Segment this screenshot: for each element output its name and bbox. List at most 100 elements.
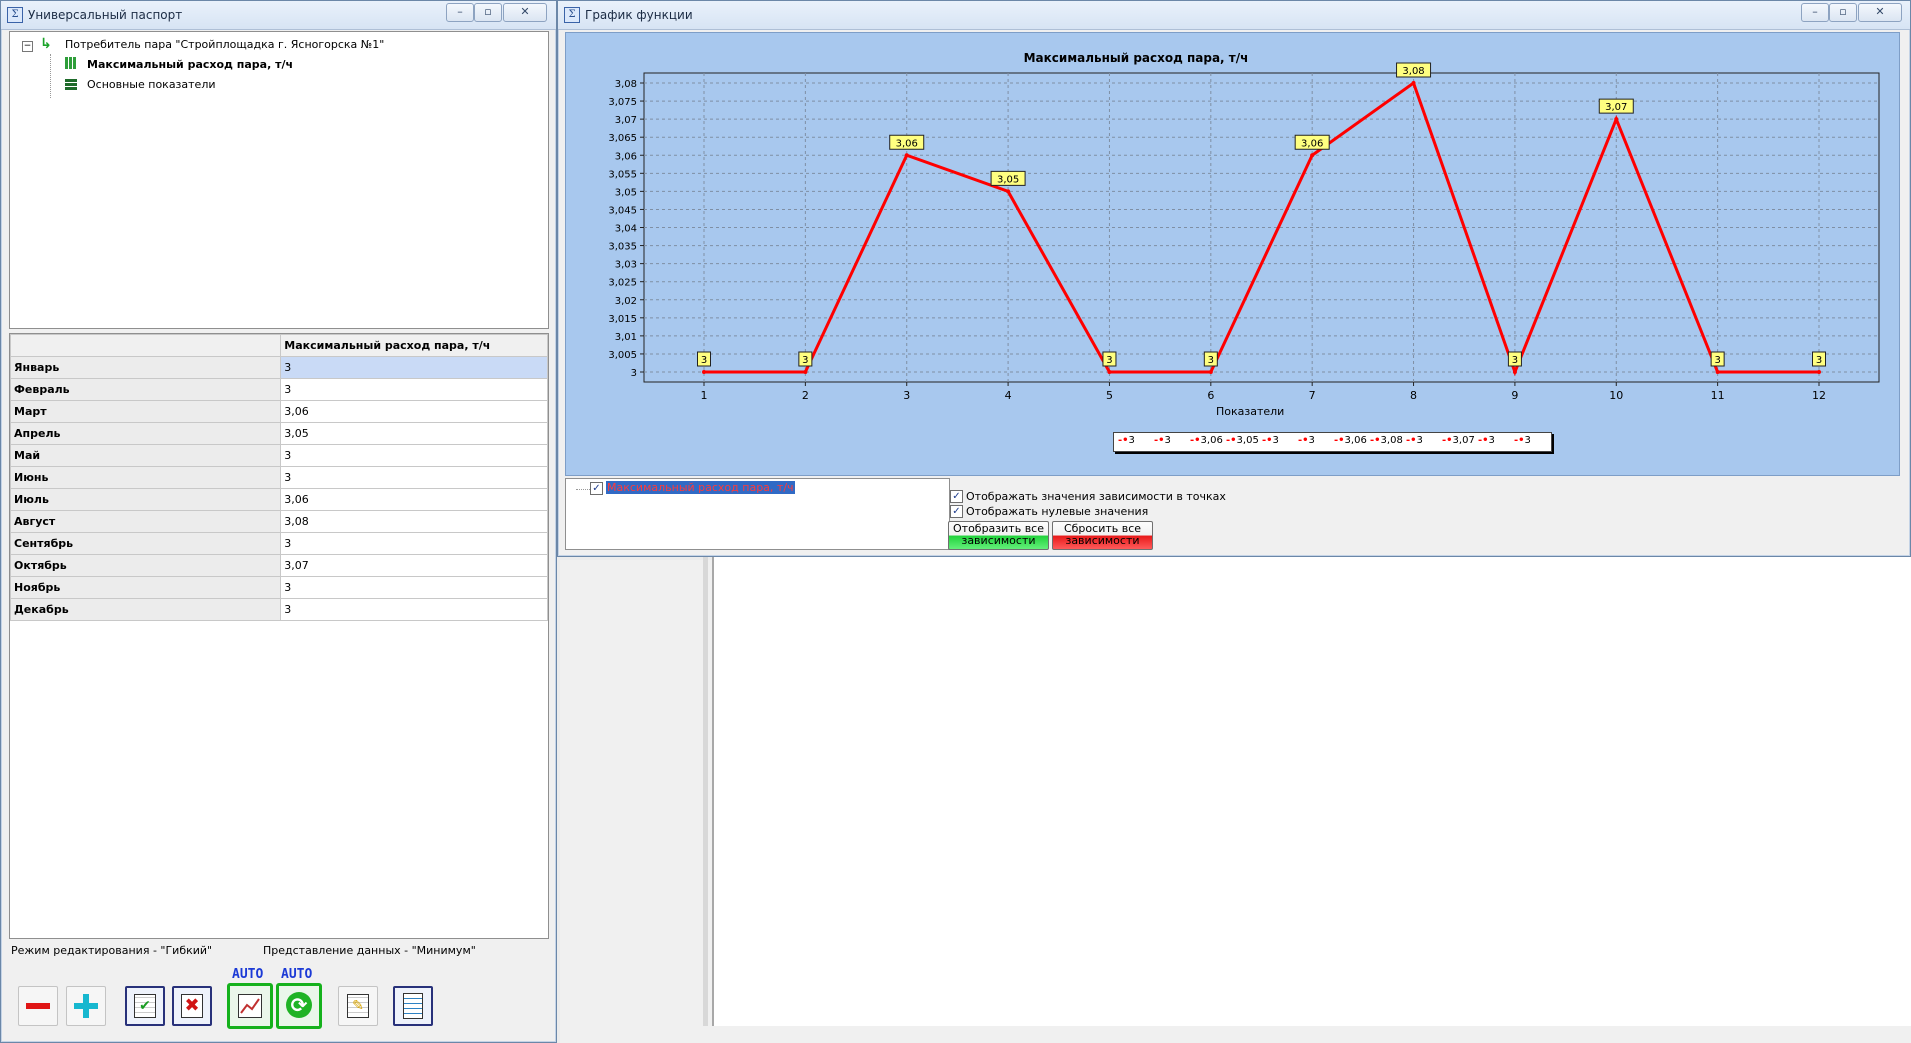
x-tick-label: 8 (1410, 389, 1417, 402)
row-header[interactable]: Май (9, 444, 282, 467)
auto-label-chart: AUTO (232, 967, 264, 982)
data-label: 3,08 (1402, 66, 1424, 77)
table-row[interactable]: Ноябрь 3 (9, 576, 548, 599)
cell-value[interactable]: 3 (280, 532, 548, 555)
show-all-button[interactable]: Отобразить все зависимости (948, 521, 1049, 550)
add-button[interactable] (66, 986, 106, 1026)
table-row[interactable]: Декабрь 3 (9, 598, 548, 621)
table-row[interactable]: Сентябрь 3 (9, 532, 548, 555)
y-tick-label: 3,015 (608, 314, 637, 325)
row-header[interactable]: Ноябрь (9, 576, 282, 599)
collapse-icon[interactable]: − (22, 41, 33, 52)
cell-value[interactable]: 3,08 (280, 510, 548, 533)
table-row[interactable]: Январь 3 (9, 356, 548, 379)
cell-value[interactable]: 3,06 (280, 400, 548, 423)
row-header[interactable]: Декабрь (9, 598, 282, 621)
cell-value[interactable]: 3 (280, 598, 548, 621)
row-header[interactable]: Октябрь (9, 554, 282, 577)
show-values-checkbox[interactable]: ✓ (950, 490, 963, 503)
row-header[interactable]: Июль (9, 488, 282, 511)
cell-value[interactable]: 3,05 (280, 422, 548, 445)
series-checkbox[interactable]: ✓ (590, 482, 603, 495)
legend-text: 3 (1128, 435, 1135, 446)
cell-value[interactable]: 3,07 (280, 554, 548, 577)
table-row[interactable]: Март 3,06 (9, 400, 548, 423)
row-header[interactable]: Июнь (9, 466, 282, 489)
passport-tree[interactable]: − ↳ Потребитель пара "Стройплощадка г. Я… (9, 31, 549, 329)
consumer-arrow-icon: ↳ (40, 36, 52, 52)
data-label: 3,05 (997, 174, 1019, 185)
table-row[interactable]: Август 3,08 (9, 510, 548, 533)
maximize-button[interactable]: ▫ (474, 3, 502, 22)
series-tree-label[interactable]: Максимальный расход пара, т/ч (606, 481, 795, 494)
check-all-button[interactable]: ✔ (125, 986, 165, 1026)
passport-titlebar[interactable]: Σ Универсальный паспорт – ▫ ✕ (1, 1, 556, 30)
maximize-button[interactable]: ▫ (1829, 3, 1857, 22)
cell-value[interactable]: 3 (280, 466, 548, 489)
data-point (702, 370, 706, 374)
cell-value[interactable]: 3 (280, 356, 548, 379)
auto-chart-button[interactable] (227, 983, 273, 1029)
minimize-button[interactable]: – (1801, 3, 1829, 22)
table-row[interactable]: Май 3 (9, 444, 548, 467)
auto-refresh-button[interactable]: ⟳ (276, 983, 322, 1029)
row-header[interactable]: Август (9, 510, 282, 533)
cell-value[interactable]: 3 (280, 378, 548, 401)
x-tick-label: 3 (903, 389, 910, 402)
table-icon (65, 78, 77, 90)
tree-connector (50, 54, 52, 98)
table-row[interactable]: Июль 3,06 (9, 488, 548, 511)
close-button[interactable]: ✕ (503, 3, 547, 22)
table-row[interactable]: Февраль 3 (9, 378, 548, 401)
x-tick-label: 1 (701, 389, 708, 402)
list-icon (403, 993, 423, 1019)
row-header[interactable]: Сентябрь (9, 532, 282, 555)
chart-titlebar[interactable]: Σ График функции – ▫ ✕ (558, 1, 1910, 30)
reset-all-button[interactable]: Сбросить все зависимости (1052, 521, 1153, 550)
y-tick-label: 3,055 (608, 169, 637, 180)
show-zero-label: Отображать нулевые значения (966, 505, 1149, 518)
legend-item: -•3,05 (1226, 435, 1259, 446)
y-tick-label: 3,04 (615, 224, 637, 235)
delete-grid-icon: ✖ (181, 994, 203, 1018)
data-label: 3 (802, 355, 808, 366)
row-header[interactable]: Апрель (9, 422, 282, 445)
tree-root-label[interactable]: Потребитель пара "Стройплощадка г. Ясног… (65, 38, 384, 51)
cell-value[interactable]: 3 (280, 444, 548, 467)
row-header[interactable]: Февраль (9, 378, 282, 401)
y-tick-label: 3,05 (615, 187, 637, 198)
legend-text: 3 (1488, 435, 1495, 446)
row-header[interactable]: Март (9, 400, 282, 423)
table-row[interactable]: Октябрь 3,07 (9, 554, 548, 577)
legend-text: 3 (1416, 435, 1423, 446)
show-all-label: Отобразить все зависимости (953, 522, 1044, 547)
x-tick-label: 9 (1511, 389, 1518, 402)
chart-legend: -•3 -•3 -•3,06 -•3,05 -•3 -•3 -•3,06 -•3,08 -•3-… (1113, 432, 1552, 452)
uncheck-all-button[interactable]: ✖ (172, 986, 212, 1026)
chart-window-title: График функции (585, 8, 693, 22)
table-row[interactable]: Апрель 3,05 (9, 422, 548, 445)
remove-button[interactable] (18, 986, 58, 1026)
tree-connector (576, 489, 590, 490)
show-zero-checkbox[interactable]: ✓ (950, 505, 963, 518)
tree-child-selected[interactable]: Максимальный расход пара, т/ч (87, 58, 293, 71)
list-button[interactable] (393, 986, 433, 1026)
edit-button[interactable]: ✎ (338, 986, 378, 1026)
row-header[interactable]: Январь (9, 356, 282, 379)
legend-text: 3,05 (1236, 435, 1259, 446)
minimize-button[interactable]: – (446, 3, 474, 22)
table-row[interactable]: Июнь 3 (9, 466, 548, 489)
cell-value[interactable]: 3 (280, 576, 548, 599)
background-divider (703, 556, 708, 1026)
legend-text: 3 (1164, 435, 1171, 446)
x-tick-label: 4 (1005, 389, 1012, 402)
data-label: 3 (1512, 355, 1518, 366)
legend-text: 3,08 (1380, 435, 1403, 446)
tree-child-label[interactable]: Основные показатели (87, 78, 216, 91)
x-tick-label: 11 (1711, 389, 1725, 402)
cell-value[interactable]: 3,06 (280, 488, 548, 511)
series-tree[interactable]: ✓ Максимальный расход пара, т/ч (565, 478, 950, 550)
column-header[interactable]: Максимальный расход пара, т/ч (280, 334, 548, 357)
close-button[interactable]: ✕ (1858, 3, 1902, 22)
data-point (1310, 153, 1315, 158)
